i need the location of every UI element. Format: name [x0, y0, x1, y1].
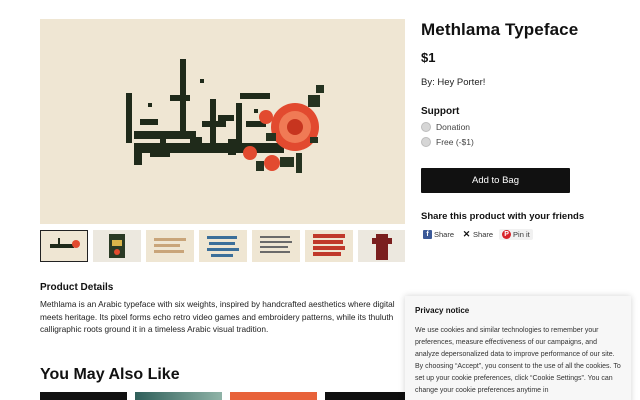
product-price: $1 [421, 50, 436, 65]
x-share-label: Share [473, 230, 494, 239]
recommendation-card[interactable] [230, 392, 317, 400]
recommendation-card[interactable] [325, 392, 412, 400]
thumbnail-3[interactable] [146, 230, 194, 262]
pinterest-button[interactable]: P Pin it [499, 229, 533, 240]
recommendation-card[interactable] [40, 392, 127, 400]
privacy-notice-title: Privacy notice [415, 306, 470, 315]
thumbnail-5[interactable] [252, 230, 300, 262]
radio-button[interactable] [421, 137, 431, 147]
support-label: Support [421, 106, 460, 117]
pinterest-icon: P [502, 230, 512, 239]
privacy-notice-panel: Privacy notice We use cookies and simila… [405, 296, 631, 400]
thumbnail-6[interactable] [305, 230, 353, 262]
add-to-bag-button[interactable]: Add to Bag [421, 168, 570, 193]
facebook-icon: f [423, 230, 432, 239]
thumbnail-2[interactable] [93, 230, 141, 262]
facebook-share-label: Share [434, 230, 455, 239]
thumbnail-strip [40, 230, 405, 262]
share-buttons: f Share ✕ Share P Pin it [421, 229, 533, 240]
thumbnail-4[interactable] [199, 230, 247, 262]
support-option-label: Free (-$1) [436, 137, 474, 147]
product-byline: By: Hey Porter! [421, 77, 486, 88]
product-title: Methlama Typeface [421, 20, 579, 39]
recommendations-row [40, 392, 412, 400]
support-option-free[interactable]: Free (-$1) [421, 137, 474, 147]
also-like-heading: You May Also Like [40, 366, 180, 383]
thumbnail-7[interactable] [358, 230, 405, 262]
x-share-button[interactable]: ✕ Share [460, 229, 495, 240]
product-main-image[interactable] [40, 19, 405, 224]
thumbnail-1[interactable] [40, 230, 88, 262]
radio-button[interactable] [421, 122, 431, 132]
share-heading: Share this product with your friends [421, 211, 585, 222]
support-option-donation[interactable]: Donation [421, 122, 470, 132]
product-details-heading: Product Details [40, 282, 114, 293]
support-option-label: Donation [436, 122, 471, 132]
facebook-share-button[interactable]: f Share [421, 229, 456, 240]
privacy-notice-body: We use cookies and similar technologies … [415, 327, 621, 394]
recommendation-card[interactable] [135, 392, 222, 400]
product-artwork [126, 59, 324, 173]
x-icon: ✕ [462, 229, 471, 239]
pinterest-label: Pin it [513, 230, 530, 239]
product-details-text: Methlama is an Arabic typeface with six … [40, 299, 395, 334]
